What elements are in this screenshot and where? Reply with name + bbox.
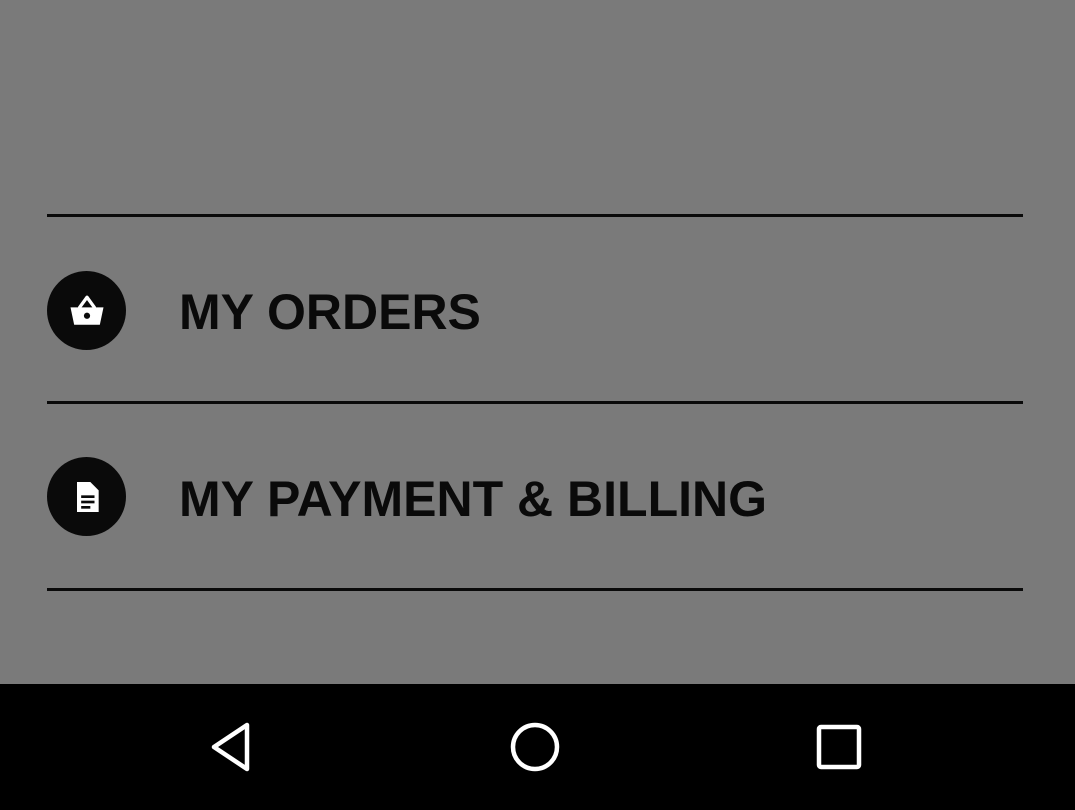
back-icon — [211, 722, 250, 772]
basket-icon-glyph — [70, 295, 103, 325]
back-button[interactable] — [172, 684, 292, 810]
divider — [47, 588, 1023, 591]
recents-icon — [816, 724, 862, 770]
menu-item-label: MY PAYMENT & BILLING — [179, 471, 768, 527]
home-button[interactable] — [475, 684, 595, 810]
menu-item-my-orders[interactable]: MY ORDERS — [0, 217, 1075, 401]
document-icon-glyph — [76, 481, 99, 512]
android-navigation-bar — [0, 684, 1075, 810]
home-icon — [510, 722, 560, 772]
menu-item-label: MY ORDERS — [179, 284, 481, 340]
menu-item-payment-billing[interactable]: MY PAYMENT & BILLING — [0, 404, 1075, 588]
recents-button[interactable] — [779, 684, 899, 810]
basket-icon — [47, 271, 126, 350]
account-menu-screen: MY ORDERS MY PAYMENT & BILLING — [0, 0, 1075, 684]
document-icon — [47, 457, 126, 536]
